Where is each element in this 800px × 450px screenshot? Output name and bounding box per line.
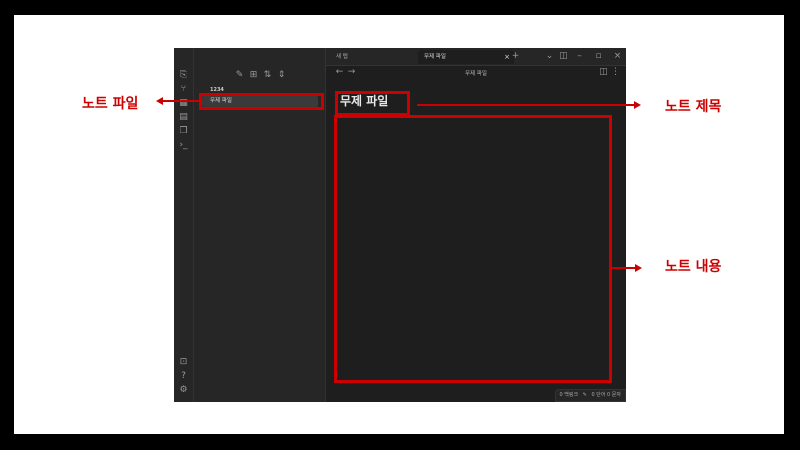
word-char-count: 0 단어 0 문자 bbox=[591, 392, 621, 398]
tab-new[interactable]: 새 탭 bbox=[330, 50, 416, 64]
tab-label: 무제 파일 bbox=[424, 54, 446, 60]
reading-view-icon[interactable]: ◫ bbox=[598, 67, 609, 78]
open-switcher-icon[interactable]: ⎘ bbox=[178, 70, 189, 81]
sort-icon[interactable]: ⇅ bbox=[262, 70, 273, 81]
window-close-icon[interactable]: × bbox=[612, 51, 623, 62]
pencil-icon[interactable]: ✎ bbox=[583, 392, 587, 398]
note-file-highlight bbox=[199, 93, 324, 110]
arrow-left-icon bbox=[156, 97, 163, 105]
arrow-right-icon bbox=[634, 101, 641, 109]
sidebar-right-icon[interactable]: ◫ bbox=[558, 51, 569, 62]
new-tab-icon[interactable]: + bbox=[510, 51, 521, 62]
arrow-right-icon bbox=[635, 264, 642, 272]
graph-icon[interactable]: ⑂ bbox=[178, 84, 189, 95]
note-title-label: 노트 제목 bbox=[665, 99, 722, 115]
command-palette-icon[interactable]: ›_ bbox=[178, 140, 189, 151]
note-file-label: 노트 파일 bbox=[82, 96, 139, 112]
calendar-icon[interactable]: ▤ bbox=[178, 112, 189, 123]
note-content-highlight bbox=[334, 115, 612, 383]
settings-gear-icon[interactable]: ⚙ bbox=[178, 385, 189, 396]
tab-label: 새 탭 bbox=[336, 54, 348, 60]
view-header: ← → 무제 파일 ◫ ⋮ bbox=[326, 66, 626, 80]
vault-icon[interactable]: ⊡ bbox=[178, 357, 189, 368]
maximize-icon[interactable]: ▫ bbox=[593, 51, 604, 62]
collapse-icon[interactable]: ⇕ bbox=[276, 70, 287, 81]
new-note-icon[interactable]: ✎ bbox=[234, 70, 245, 81]
new-folder-icon[interactable]: ⊞ bbox=[248, 70, 259, 81]
note-content-label: 노트 내용 bbox=[665, 259, 722, 275]
note-content-arrow bbox=[612, 267, 636, 269]
status-bar: 0 백링크 ✎ 0 단어 0 문자 bbox=[554, 389, 626, 402]
note-title-arrow bbox=[417, 104, 635, 106]
view-header-title[interactable]: 무제 파일 bbox=[326, 69, 626, 77]
help-icon[interactable]: ? bbox=[178, 371, 189, 382]
more-options-icon[interactable]: ⋮ bbox=[610, 67, 621, 78]
minimize-icon[interactable]: – bbox=[574, 51, 585, 62]
note-title-highlight bbox=[335, 91, 410, 116]
templates-icon[interactable]: ❐ bbox=[178, 126, 189, 137]
tab-untitled[interactable]: 무제 파일 × bbox=[418, 50, 514, 64]
backlinks-count[interactable]: 0 백링크 bbox=[560, 392, 579, 398]
note-file-arrow bbox=[162, 100, 199, 102]
chevron-down-icon[interactable]: ⌄ bbox=[544, 51, 555, 62]
